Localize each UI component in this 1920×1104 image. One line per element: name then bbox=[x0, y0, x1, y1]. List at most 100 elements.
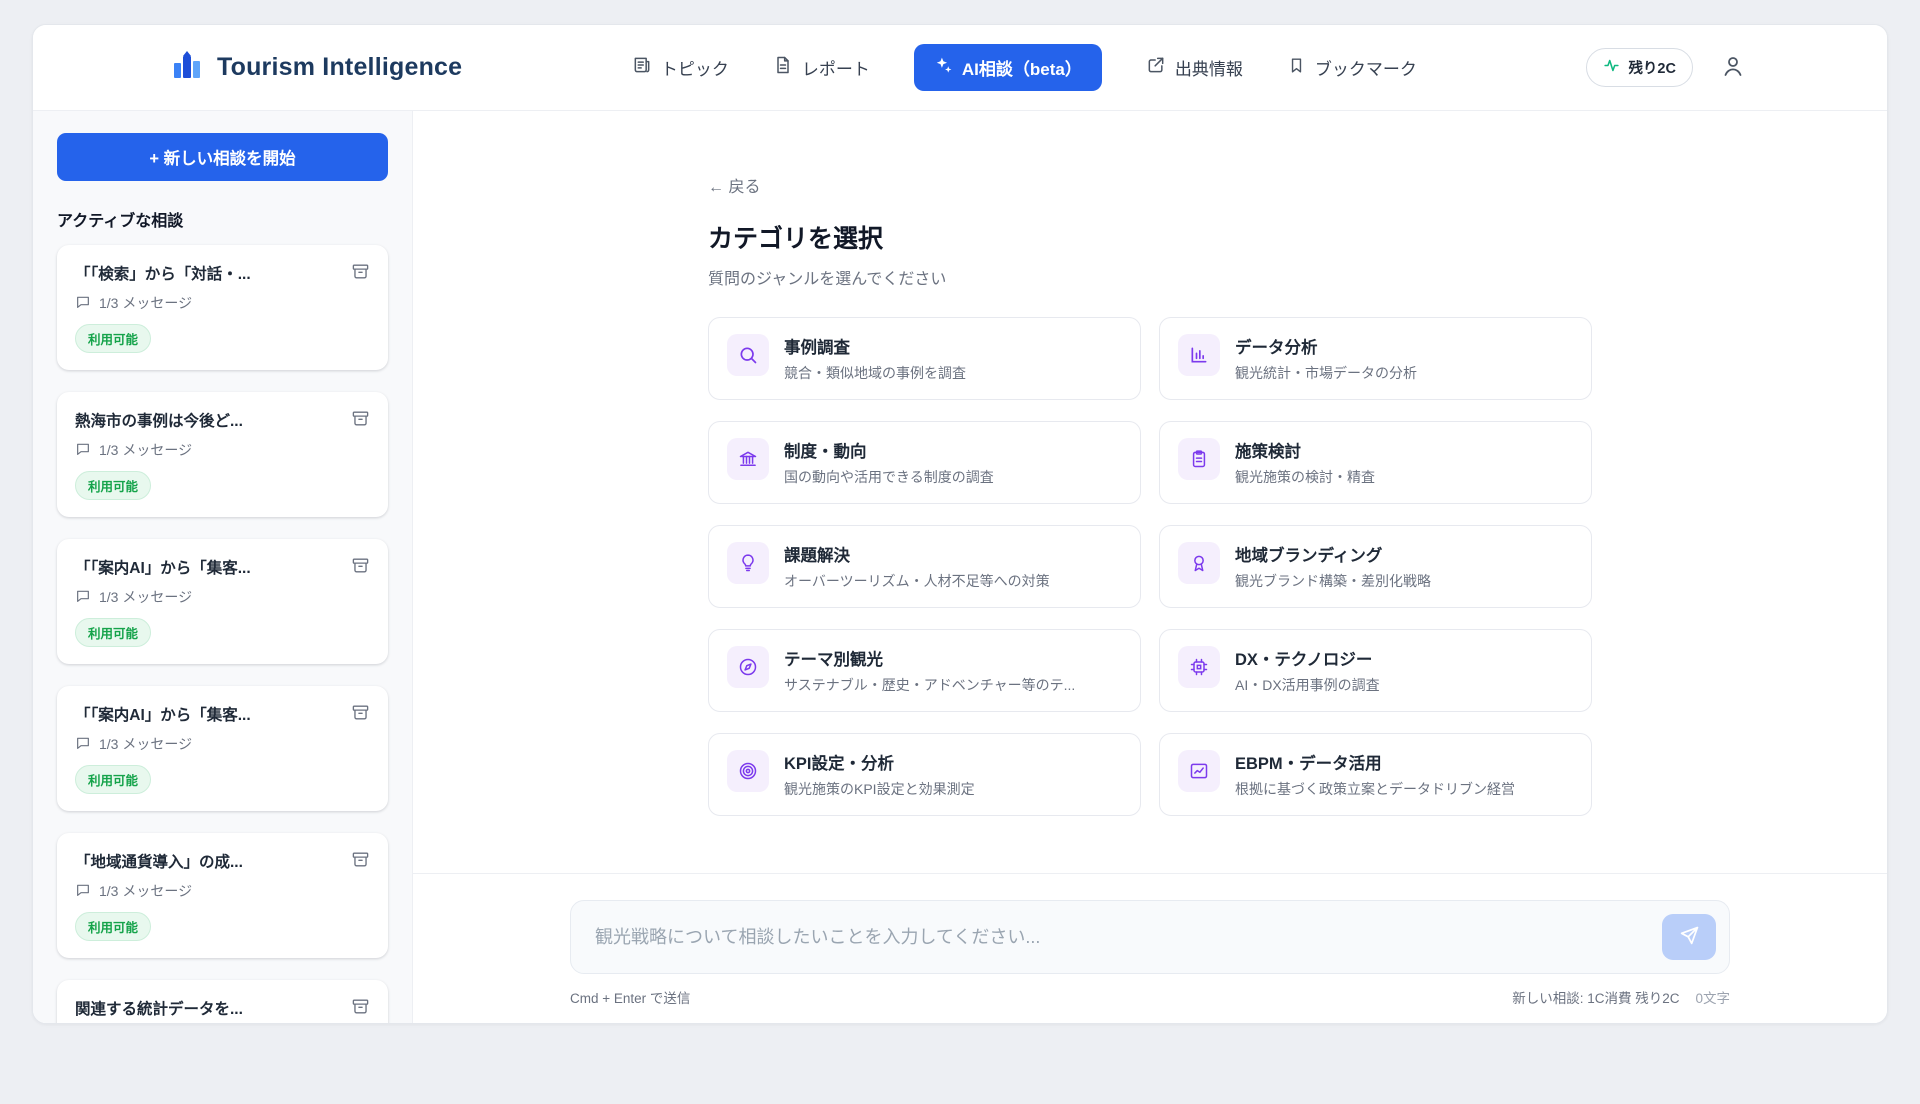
archive-icon[interactable] bbox=[351, 556, 370, 575]
nav-item-bookmarks[interactable]: ブックマーク bbox=[1287, 55, 1417, 80]
message-count: 1/3 メッセージ bbox=[99, 587, 192, 607]
consultation-item[interactable]: 「「案内AI」から「集客... 1/3 メッセージ 利用可能 bbox=[57, 686, 388, 811]
sparkles-icon bbox=[934, 56, 953, 80]
category-desc: 観光統計・市場データの分析 bbox=[1235, 363, 1417, 383]
consultation-item[interactable]: 関連する統計データを... bbox=[57, 980, 388, 1023]
new-consultation-button[interactable]: + 新しい相談を開始 bbox=[57, 133, 388, 181]
page-subtitle: 質問のジャンルを選んでください bbox=[708, 265, 1592, 289]
category-title: KPI設定・分析 bbox=[784, 750, 975, 774]
category-desc: サステナブル・歴史・アドベンチャー等のテ... bbox=[784, 675, 1075, 695]
status-badge: 利用可能 bbox=[75, 618, 151, 647]
cpu-icon bbox=[1178, 646, 1220, 688]
sidebar: + 新しい相談を開始 アクティブな相談 「「検索」から「対話・... 1/3 メ… bbox=[33, 111, 413, 1023]
consultation-title: 「「検索」から「対話・... bbox=[75, 262, 251, 284]
nav-label: レポート bbox=[802, 55, 870, 80]
status-badge: 利用可能 bbox=[75, 765, 151, 794]
category-card-case-study[interactable]: 事例調査 競合・類似地域の事例を調査 bbox=[708, 317, 1141, 400]
category-desc: 観光施策の検討・精査 bbox=[1235, 467, 1375, 487]
nav-item-reports[interactable]: レポート bbox=[773, 55, 870, 80]
category-title: DX・テクノロジー bbox=[1235, 646, 1380, 670]
message-count: 1/3 メッセージ bbox=[99, 440, 192, 460]
message-icon bbox=[75, 882, 91, 901]
archive-icon[interactable] bbox=[351, 262, 370, 281]
credit-usage-hint: 新しい相談: 1C消費 残り2C bbox=[1512, 987, 1679, 1007]
consultation-item[interactable]: 「「案内AI」から「集客... 1/3 メッセージ 利用可能 bbox=[57, 539, 388, 664]
category-title: データ分析 bbox=[1235, 334, 1417, 358]
body: + 新しい相談を開始 アクティブな相談 「「検索」から「対話・... 1/3 メ… bbox=[33, 111, 1887, 1023]
status-badge: 利用可能 bbox=[75, 324, 151, 353]
consultation-title: 熱海市の事例は今後ど... bbox=[75, 409, 243, 431]
search-icon bbox=[727, 334, 769, 376]
archive-icon[interactable] bbox=[351, 703, 370, 722]
category-title: テーマ別観光 bbox=[784, 646, 1075, 670]
category-title: 制度・動向 bbox=[784, 438, 994, 462]
category-desc: 競合・類似地域の事例を調査 bbox=[784, 363, 966, 383]
active-consultations-title: アクティブな相談 bbox=[57, 207, 388, 231]
credits-badge[interactable]: 残り2C bbox=[1586, 48, 1693, 87]
archive-icon[interactable] bbox=[351, 409, 370, 428]
category-title: EBPM・データ活用 bbox=[1235, 750, 1515, 774]
category-desc: 観光ブランド構築・差別化戦略 bbox=[1235, 571, 1431, 591]
app-window: Tourism Intelligence トピック レポート bbox=[32, 24, 1888, 1024]
message-icon bbox=[75, 441, 91, 460]
page-title: カテゴリを選択 bbox=[708, 219, 1592, 255]
consultation-title: 「地域通貨導入」の成... bbox=[75, 850, 243, 872]
category-title: 課題解決 bbox=[784, 542, 1050, 566]
message-icon bbox=[75, 294, 91, 313]
trend-chart-icon bbox=[1178, 750, 1220, 792]
consultation-item[interactable]: 「「検索」から「対話・... 1/3 メッセージ 利用可能 bbox=[57, 245, 388, 370]
topic-icon bbox=[632, 55, 652, 80]
message-count: 1/3 メッセージ bbox=[99, 293, 192, 313]
user-menu-button[interactable] bbox=[1721, 54, 1745, 81]
target-icon bbox=[727, 750, 769, 792]
message-count: 1/3 メッセージ bbox=[99, 881, 192, 901]
category-card-theme-tourism[interactable]: テーマ別観光 サステナブル・歴史・アドベンチャー等のテ... bbox=[708, 629, 1141, 712]
archive-icon[interactable] bbox=[351, 997, 370, 1016]
consultation-item[interactable]: 「地域通貨導入」の成... 1/3 メッセージ 利用可能 bbox=[57, 833, 388, 958]
consultation-item[interactable]: 熱海市の事例は今後ど... 1/3 メッセージ 利用可能 bbox=[57, 392, 388, 517]
bank-icon bbox=[727, 438, 769, 480]
award-icon bbox=[1178, 542, 1220, 584]
nav-label: ブックマーク bbox=[1315, 55, 1417, 80]
header-right: 残り2C bbox=[1586, 48, 1745, 87]
category-desc: 国の動向や活用できる制度の調査 bbox=[784, 467, 994, 487]
consultation-title: 関連する統計データを... bbox=[75, 997, 243, 1019]
send-button[interactable] bbox=[1662, 914, 1716, 960]
category-card-problem-solving[interactable]: 課題解決 オーバーツーリズム・人材不足等への対策 bbox=[708, 525, 1141, 608]
bookmark-icon bbox=[1287, 56, 1306, 80]
nav-item-ai-consult[interactable]: AI相談（beta） bbox=[914, 44, 1102, 91]
message-input[interactable] bbox=[595, 927, 1648, 948]
nav-label: 出典情報 bbox=[1175, 55, 1243, 80]
category-card-measure-review[interactable]: 施策検討 観光施策の検討・精査 bbox=[1159, 421, 1592, 504]
report-icon bbox=[773, 55, 793, 80]
nav-item-topics[interactable]: トピック bbox=[632, 55, 729, 80]
consultation-title: 「「案内AI」から「集客... bbox=[75, 556, 251, 578]
logo[interactable]: Tourism Intelligence bbox=[171, 50, 462, 85]
back-button[interactable]: ← 戻る bbox=[708, 173, 760, 197]
logo-icon bbox=[171, 50, 205, 85]
char-count: 0文字 bbox=[1695, 987, 1730, 1007]
archive-icon[interactable] bbox=[351, 850, 370, 869]
category-card-dx-technology[interactable]: DX・テクノロジー AI・DX活用事例の調査 bbox=[1159, 629, 1592, 712]
category-card-kpi[interactable]: KPI設定・分析 観光施策のKPI設定と効果測定 bbox=[708, 733, 1141, 816]
credits-label: 残り2C bbox=[1628, 57, 1676, 78]
category-card-branding[interactable]: 地域ブランディング 観光ブランド構築・差別化戦略 bbox=[1159, 525, 1592, 608]
category-title: 事例調査 bbox=[784, 334, 966, 358]
consultation-title: 「「案内AI」から「集客... bbox=[75, 703, 251, 725]
activity-icon bbox=[1603, 57, 1620, 78]
status-badge: 利用可能 bbox=[75, 912, 151, 941]
category-desc: 根拠に基づく政策立案とデータドリブン経営 bbox=[1235, 779, 1515, 799]
paper-plane-icon bbox=[1679, 925, 1700, 949]
category-desc: AI・DX活用事例の調査 bbox=[1235, 675, 1380, 695]
main-panel: ← 戻る カテゴリを選択 質問のジャンルを選んでください 事例調査 競合・類似地… bbox=[413, 111, 1887, 1023]
category-select-view: ← 戻る カテゴリを選択 質問のジャンルを選んでください 事例調査 競合・類似地… bbox=[413, 111, 1887, 873]
message-count: 1/3 メッセージ bbox=[99, 734, 192, 754]
category-card-ebpm[interactable]: EBPM・データ活用 根拠に基づく政策立案とデータドリブン経営 bbox=[1159, 733, 1592, 816]
message-icon bbox=[75, 588, 91, 607]
category-title: 地域ブランディング bbox=[1235, 542, 1431, 566]
consultation-list: 「「検索」から「対話・... 1/3 メッセージ 利用可能 熱海市の事例は今後ど… bbox=[57, 245, 388, 1023]
category-card-data-analysis[interactable]: データ分析 観光統計・市場データの分析 bbox=[1159, 317, 1592, 400]
category-card-policy-trends[interactable]: 制度・動向 国の動向や活用できる制度の調査 bbox=[708, 421, 1141, 504]
nav-item-sources[interactable]: 出典情報 bbox=[1146, 55, 1243, 80]
header: Tourism Intelligence トピック レポート bbox=[33, 25, 1887, 111]
